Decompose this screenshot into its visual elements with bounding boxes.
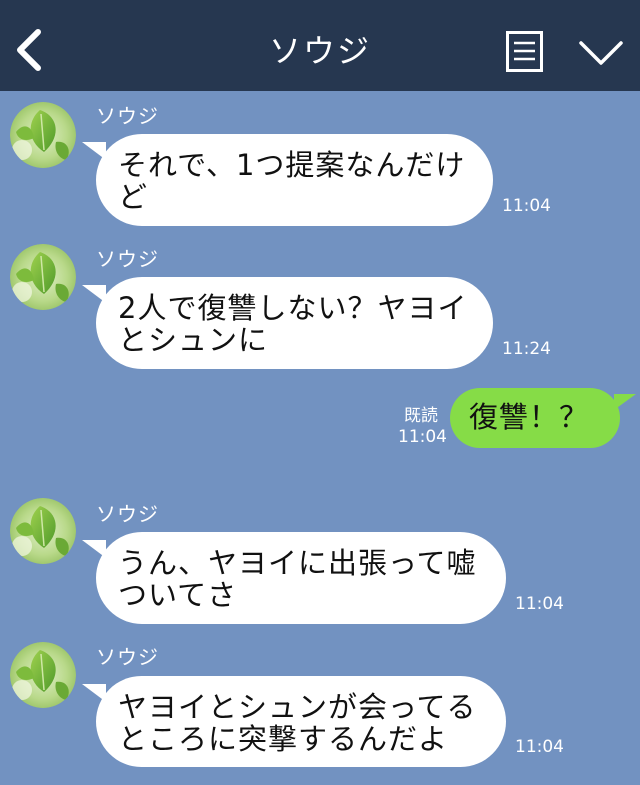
sender-name: ソウジ [96, 247, 159, 271]
leaf-avatar-icon [10, 244, 76, 310]
chat-title: ソウジ [268, 32, 371, 70]
message-bubble[interactable]: 復讐！？ [450, 388, 636, 448]
read-receipt: 既読 11:04 [398, 406, 447, 448]
avatar[interactable] [10, 244, 76, 310]
leaf-avatar-icon [10, 102, 76, 168]
message-line: ついてさ [118, 578, 238, 612]
message-line: ど [118, 180, 149, 214]
message-line: ヤヨイとシュンが会ってる [118, 690, 477, 724]
message-line: それで、1つ提案なんだけ [118, 148, 466, 182]
sender-name: ソウジ [96, 502, 159, 526]
message-line: とシュンに [118, 323, 269, 357]
leaf-avatar-icon [10, 498, 76, 564]
notes-icon [506, 31, 543, 72]
message-bubble[interactable]: それで、1つ提案なんだけ ど [82, 134, 493, 226]
read-label: 既読 [404, 406, 438, 426]
message-bubble[interactable]: うん、ヤヨイに出張って嘘 ついてさ [82, 532, 506, 624]
message-time: 11:24 [502, 339, 551, 359]
chat-header: ソウジ [0, 0, 640, 91]
sender-name: ソウジ [96, 104, 159, 128]
chevron-down-icon [579, 41, 623, 65]
leaf-avatar-icon [10, 642, 76, 708]
avatar[interactable] [10, 102, 76, 168]
message-bubble[interactable]: 2人で復讐しない？ヤヨイ とシュンに [82, 277, 493, 369]
sender-name: ソウジ [96, 645, 159, 669]
message-time: 11:04 [398, 427, 447, 447]
message-time: 11:04 [515, 737, 564, 757]
message-bubble[interactable]: ヤヨイとシュンが会ってる ところに突撃するんだよ [82, 676, 506, 767]
message-time: 11:04 [515, 594, 564, 614]
notes-button[interactable] [506, 31, 543, 72]
message-line: うん、ヤヨイに出張って嘘 [118, 546, 477, 580]
message-line: ところに突撃するんだよ [118, 722, 449, 756]
message-line: 復讐！？ [469, 400, 590, 434]
avatar[interactable] [10, 642, 76, 708]
message-time: 11:04 [502, 196, 551, 216]
message-line: 2人で復讐しない？ヤヨイ [118, 291, 468, 325]
collapse-button[interactable] [578, 38, 624, 68]
avatar[interactable] [10, 498, 76, 564]
